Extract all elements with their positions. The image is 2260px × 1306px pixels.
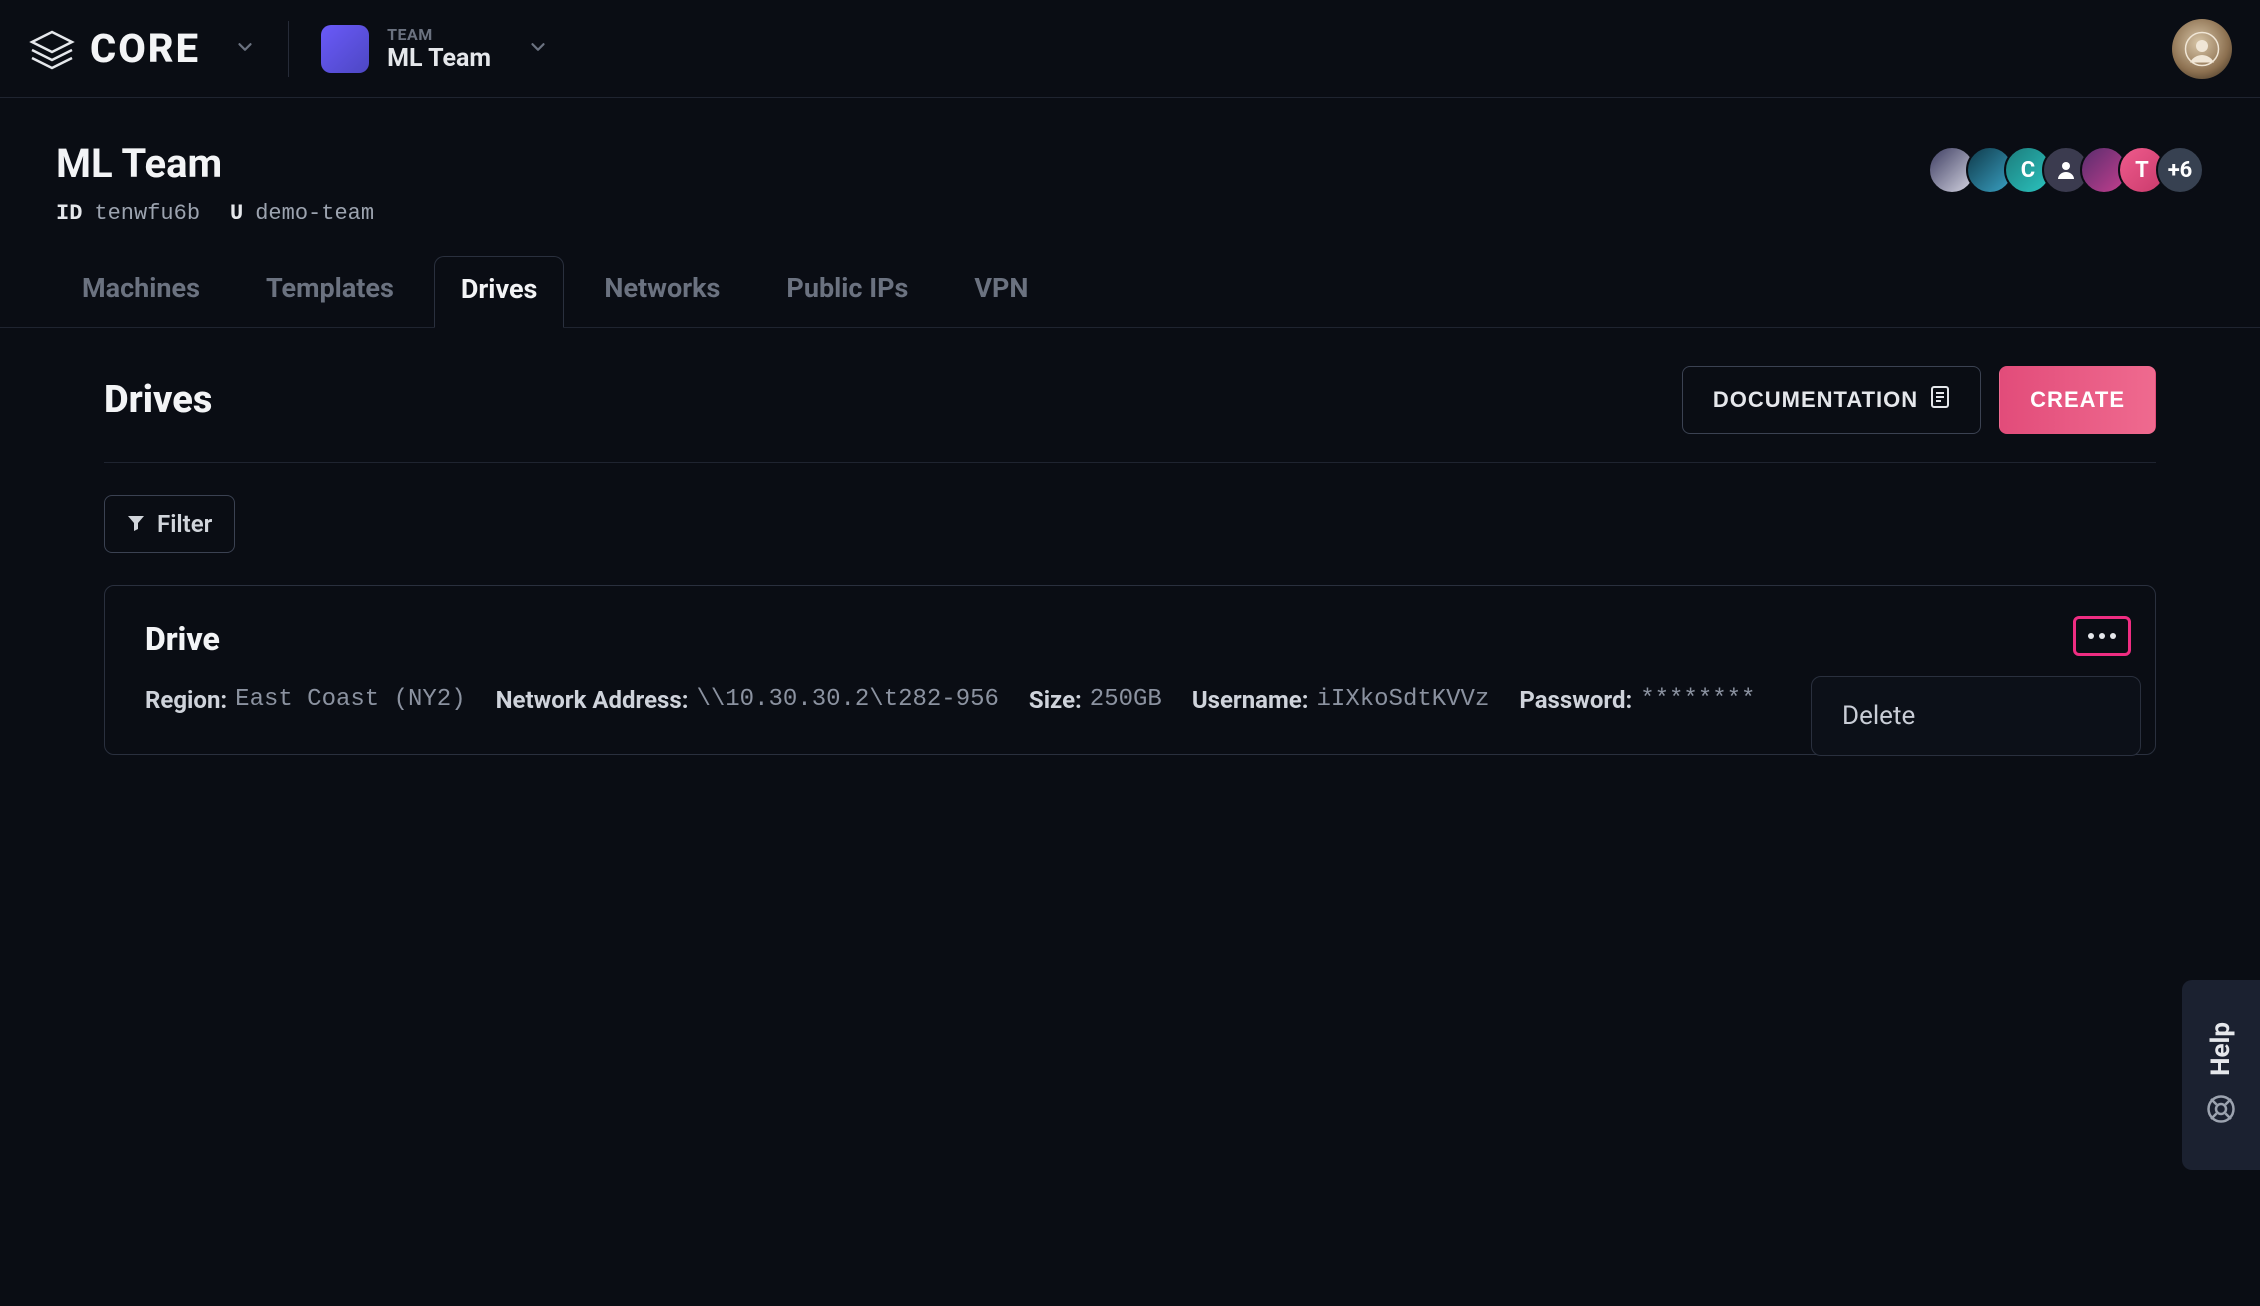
- field-network: Network Address: \\10.30.30.2\t282-956: [496, 686, 999, 714]
- tab-vpn[interactable]: VPN: [948, 256, 1054, 328]
- filter-icon: [127, 510, 145, 538]
- region-label: Region:: [145, 686, 227, 714]
- password-value: ********: [1640, 686, 1755, 714]
- username-value: iIXkoSdtKVVz: [1317, 686, 1490, 714]
- slug-label: U: [230, 201, 243, 226]
- network-value: \\10.30.30.2\t282-956: [696, 686, 998, 714]
- team-icon: [321, 25, 369, 73]
- delete-menu-item[interactable]: Delete: [1812, 677, 2140, 755]
- team-selector[interactable]: TEAM ML Team: [321, 25, 549, 73]
- username-label: Username:: [1192, 686, 1309, 714]
- team-label: TEAM: [387, 25, 491, 44]
- team-id-line: ID tenwfu6b U demo-team: [56, 201, 374, 226]
- password-label: Password:: [1519, 686, 1632, 714]
- size-label: Size:: [1029, 686, 1082, 714]
- page-title: ML Team: [56, 140, 374, 187]
- id-label: ID: [56, 201, 82, 226]
- doc-icon: [1930, 385, 1950, 415]
- tab-drives[interactable]: Drives: [434, 256, 565, 328]
- tabs: Machines Templates Drives Networks Publi…: [0, 226, 2260, 328]
- tab-networks[interactable]: Networks: [578, 256, 746, 328]
- brand-selector[interactable]: CORE: [28, 25, 256, 72]
- tab-templates[interactable]: Templates: [240, 256, 420, 328]
- section-divider: [104, 462, 2156, 463]
- drive-title: Drive: [145, 620, 2115, 658]
- create-button[interactable]: CREATE: [1999, 366, 2156, 434]
- size-value: 250GB: [1090, 686, 1162, 714]
- user-avatar[interactable]: [2172, 19, 2232, 79]
- field-username: Username: iIXkoSdtKVVz: [1192, 686, 1490, 714]
- brand-logo-icon: [28, 28, 76, 70]
- slug-value: demo-team: [255, 201, 374, 226]
- tab-machines[interactable]: Machines: [56, 256, 226, 328]
- chevron-down-icon: [527, 36, 549, 62]
- field-region: Region: East Coast (NY2): [145, 686, 466, 714]
- member-avatars[interactable]: C T +6: [1938, 146, 2204, 194]
- brand-name: CORE: [90, 25, 200, 72]
- tab-public-ips[interactable]: Public IPs: [760, 256, 934, 328]
- filter-label: Filter: [157, 510, 212, 538]
- drive-card: Drive Region: East Coast (NY2) Network A…: [104, 585, 2156, 755]
- content: Drives DOCUMENTATION CREATE Filter Drive…: [0, 328, 2260, 755]
- team-name: ML Team: [387, 44, 491, 73]
- more-button[interactable]: [2073, 616, 2131, 656]
- help-tab[interactable]: Help: [2182, 980, 2260, 1170]
- divider: [288, 21, 289, 77]
- drive-context-menu: Delete: [1811, 676, 2141, 756]
- field-size: Size: 250GB: [1029, 686, 1162, 714]
- section-title: Drives: [104, 378, 212, 422]
- documentation-label: DOCUMENTATION: [1713, 387, 1918, 413]
- network-label: Network Address:: [496, 686, 689, 714]
- dots-icon: [2088, 633, 2116, 639]
- topbar: CORE TEAM ML Team: [0, 0, 2260, 98]
- chevron-down-icon: [234, 36, 256, 62]
- filter-button[interactable]: Filter: [104, 495, 235, 553]
- id-value: tenwfu6b: [94, 201, 200, 226]
- field-password: Password: ********: [1519, 686, 1755, 714]
- help-label: Help: [2206, 1022, 2236, 1076]
- lifebuoy-icon: [2206, 1094, 2236, 1128]
- section-head: Drives DOCUMENTATION CREATE: [104, 366, 2156, 434]
- documentation-button[interactable]: DOCUMENTATION: [1682, 366, 1981, 434]
- member-avatar-extra[interactable]: +6: [2156, 146, 2204, 194]
- page-header: ML Team ID tenwfu6b U demo-team C T +6: [0, 98, 2260, 226]
- region-value: East Coast (NY2): [235, 686, 465, 714]
